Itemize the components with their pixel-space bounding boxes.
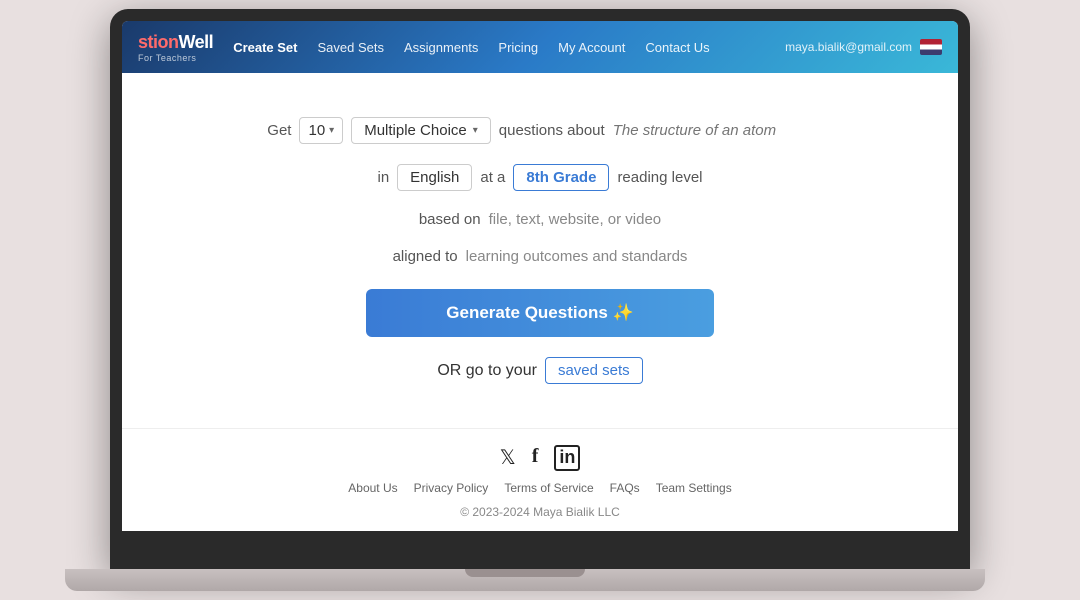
grade-value: 8th Grade <box>526 169 596 186</box>
main-content: Get 10 ▾ Multiple Choice ▾ questions abo… <box>122 73 958 428</box>
footer-links: About Us Privacy Policy Terms of Service… <box>348 481 731 495</box>
laptop-screen: stionWell For Teachers Create Set Saved … <box>122 21 958 531</box>
nav-create-set[interactable]: Create Set <box>233 40 297 55</box>
copyright-text: © 2023-2024 Maya Bialik LLC <box>460 505 620 519</box>
question-type-value: Multiple Choice <box>364 122 467 139</box>
nav-saved-sets[interactable]: Saved Sets <box>318 40 385 55</box>
in-label: in <box>377 169 389 186</box>
language-box[interactable]: English <box>397 164 472 191</box>
topic-input[interactable] <box>613 122 813 139</box>
laptop-notch <box>465 569 585 577</box>
form-area: Get 10 ▾ Multiple Choice ▾ questions abo… <box>142 117 938 384</box>
nav-right: maya.bialik@gmail.com <box>785 39 942 55</box>
or-go-label: OR go to your <box>437 362 537 380</box>
social-icons: 𝕏 f in <box>500 445 581 471</box>
row-get-questions: Get 10 ▾ Multiple Choice ▾ questions abo… <box>267 117 812 144</box>
nav-contact-us[interactable]: Contact Us <box>645 40 709 55</box>
flag-icon <box>920 39 942 55</box>
or-row: OR go to your saved sets <box>437 357 642 384</box>
based-on-text: file, text, website, or video <box>489 211 662 228</box>
about-us-link[interactable]: About Us <box>348 481 397 495</box>
get-label: Get <box>267 122 291 139</box>
based-on-label: based on <box>419 211 481 228</box>
language-value: English <box>410 169 459 186</box>
grade-box[interactable]: 8th Grade <box>513 164 609 191</box>
logo-text: stionWell <box>138 32 213 53</box>
reading-level-label: reading level <box>617 169 702 186</box>
nav-assignments[interactable]: Assignments <box>404 40 478 55</box>
count-select[interactable]: 10 ▾ <box>299 117 343 144</box>
aligned-to-label: aligned to <box>393 248 458 265</box>
row-aligned-to: aligned to learning outcomes and standar… <box>393 248 688 265</box>
linkedin-icon[interactable]: in <box>554 445 580 471</box>
questions-about-label: questions about <box>499 122 605 139</box>
logo-subtitle: For Teachers <box>138 53 213 63</box>
laptop-frame: stionWell For Teachers Create Set Saved … <box>110 9 970 569</box>
question-type-select[interactable]: Multiple Choice ▾ <box>351 117 491 144</box>
type-chevron-icon: ▾ <box>473 125 478 136</box>
facebook-icon[interactable]: f <box>532 445 539 471</box>
privacy-policy-link[interactable]: Privacy Policy <box>414 481 489 495</box>
laptop-base <box>65 569 985 591</box>
saved-sets-link[interactable]: saved sets <box>545 357 643 384</box>
terms-link[interactable]: Terms of Service <box>504 481 593 495</box>
nav-pricing[interactable]: Pricing <box>498 40 538 55</box>
footer: 𝕏 f in About Us Privacy Policy Terms of … <box>122 428 958 531</box>
count-value: 10 <box>308 122 325 139</box>
nav-links: Create Set Saved Sets Assignments Pricin… <box>233 40 785 55</box>
nav-my-account[interactable]: My Account <box>558 40 625 55</box>
row-based-on: based on file, text, website, or video <box>419 211 661 228</box>
count-chevron-icon: ▾ <box>329 125 334 136</box>
logo-question: stion <box>138 32 179 52</box>
twitter-icon[interactable]: 𝕏 <box>500 445 516 471</box>
row-language-grade: in English at a 8th Grade reading level <box>377 164 702 191</box>
navbar: stionWell For Teachers Create Set Saved … <box>122 21 958 73</box>
team-settings-link[interactable]: Team Settings <box>656 481 732 495</box>
aligned-to-text: learning outcomes and standards <box>466 248 688 265</box>
user-email: maya.bialik@gmail.com <box>785 40 912 54</box>
at-a-label: at a <box>480 169 505 186</box>
generate-button[interactable]: Generate Questions ✨ <box>366 289 713 337</box>
logo-well: Well <box>179 32 214 52</box>
faqs-link[interactable]: FAQs <box>610 481 640 495</box>
logo: stionWell For Teachers <box>138 32 213 63</box>
